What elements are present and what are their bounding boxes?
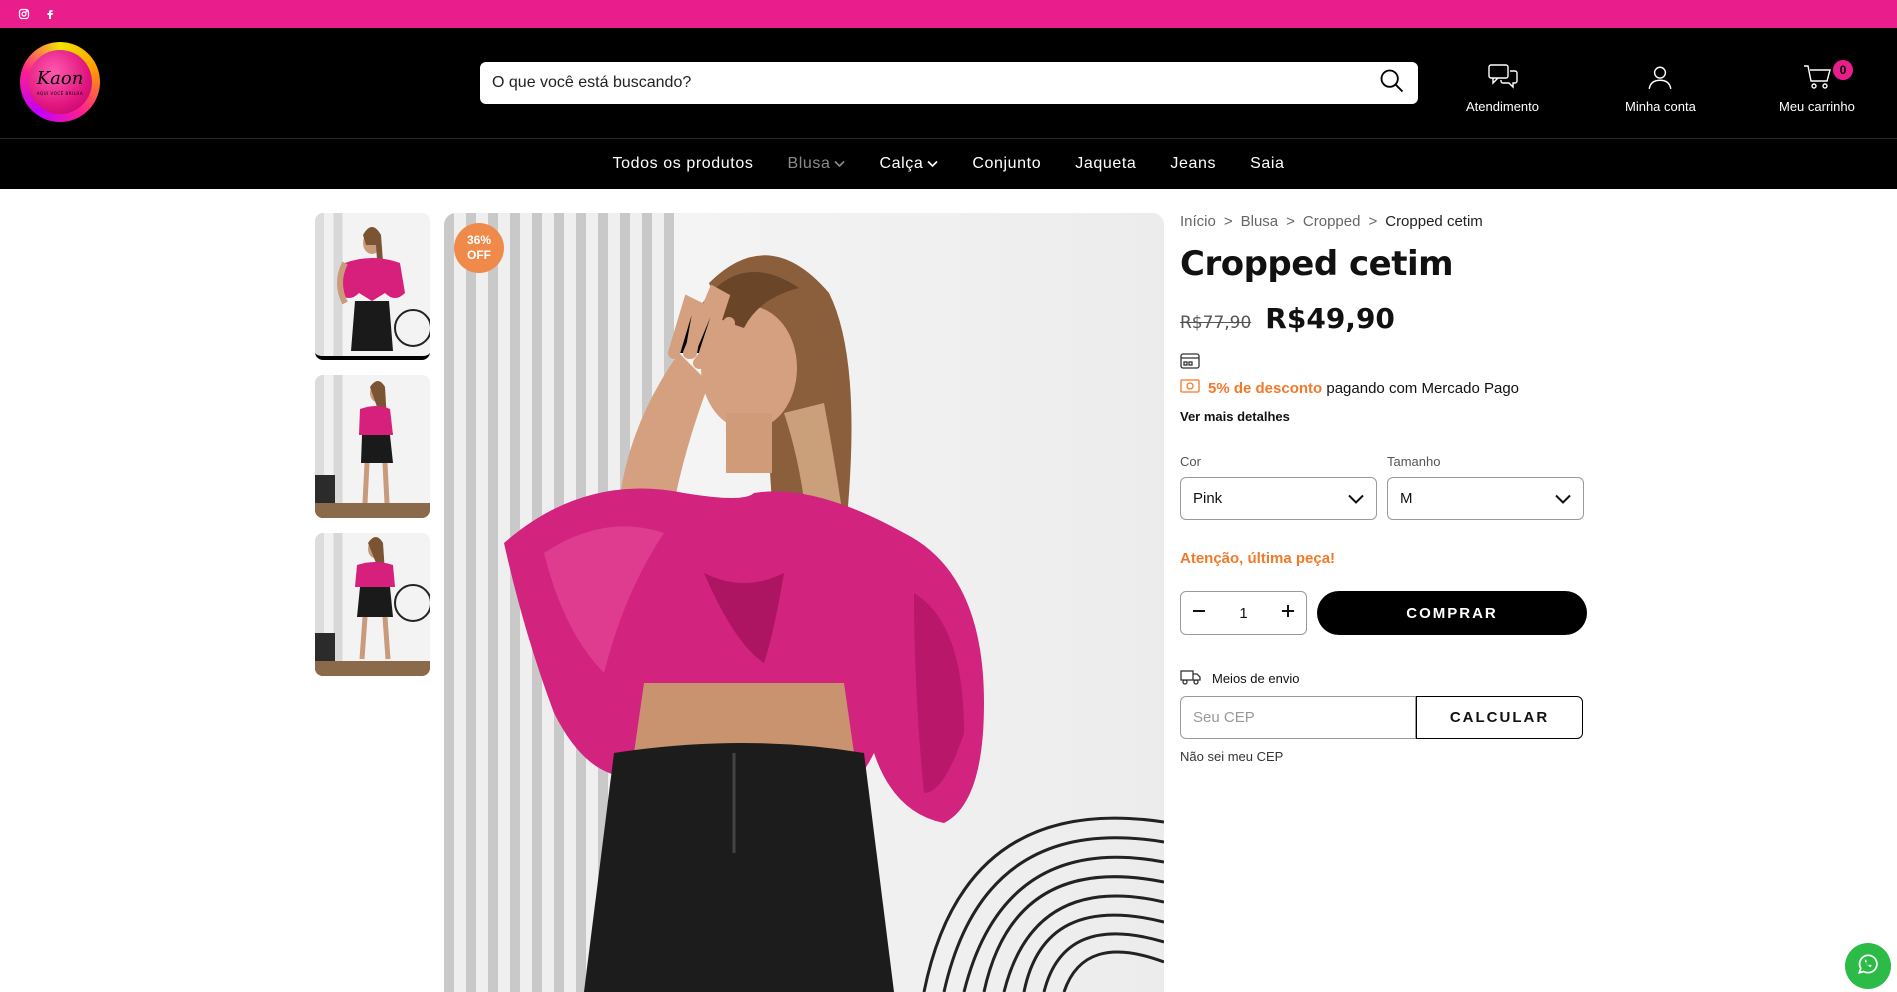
discount-badge-off: OFF [467, 248, 491, 262]
nav-label: Saia [1250, 155, 1285, 172]
instagram-icon[interactable] [18, 8, 30, 20]
discount-badge: 36% OFF [454, 223, 504, 273]
price-row: R$77,90 R$49,90 [1180, 302, 1600, 335]
thumbnail-list [315, 213, 430, 691]
buy-button[interactable]: COMPRAR [1317, 591, 1587, 635]
color-label: Cor [1180, 454, 1201, 469]
nav-label: Blusa [787, 155, 831, 172]
nav-label: Calça [879, 155, 924, 172]
minus-icon[interactable] [1191, 603, 1207, 623]
breadcrumb-current: Cropped cetim [1385, 213, 1483, 230]
nav-item-calca[interactable]: Calça [862, 155, 955, 173]
search-input[interactable] [492, 74, 1378, 92]
buy-row: 1 COMPRAR [1180, 591, 1600, 635]
breadcrumb-home[interactable]: Início [1180, 213, 1216, 230]
product-area: 36% OFF Início > Blusa > Cropped > Cropp… [0, 213, 1897, 992]
nav-label: Todos os produtos [612, 155, 754, 172]
breadcrumb-separator: > [1223, 213, 1233, 230]
product-main-image[interactable]: 36% OFF [444, 213, 1164, 992]
chevron-down-icon [1348, 494, 1364, 504]
more-details-link[interactable]: Ver mais detalhes [1180, 409, 1600, 424]
size-value: M [1400, 490, 1413, 507]
discount-text: pagando com Mercado Pago [1326, 379, 1520, 397]
chevron-down-icon [1555, 494, 1571, 504]
user-icon [1647, 64, 1673, 93]
payment-row [1180, 353, 1600, 371]
cart-icon: 0 [1803, 60, 1853, 93]
old-price: R$77,90 [1180, 313, 1252, 333]
chat-icon [1487, 64, 1518, 93]
search-bar [480, 62, 1418, 104]
cart-count-badge: 0 [1832, 60, 1853, 80]
size-select[interactable]: M [1387, 477, 1584, 520]
nav-label: Jeans [1170, 155, 1217, 172]
logo-script: Kaon [36, 68, 84, 89]
quantity-value[interactable]: 1 [1239, 605, 1247, 622]
quantity-stepper: 1 [1180, 591, 1307, 635]
product-thumbnail[interactable] [315, 375, 430, 518]
color-value: Pink [1193, 490, 1223, 507]
nav-item-saia[interactable]: Saia [1233, 155, 1301, 173]
current-price: R$49,90 [1265, 302, 1395, 335]
account-label: Minha conta [1625, 99, 1696, 114]
support-label: Atendimento [1466, 99, 1539, 114]
nav-item-conjunto[interactable]: Conjunto [955, 155, 1058, 173]
nav-label: Conjunto [972, 155, 1042, 172]
breadcrumb-blusa[interactable]: Blusa [1241, 213, 1279, 230]
product-thumbnail[interactable] [315, 213, 430, 360]
size-label: Tamanho [1387, 454, 1441, 469]
logo-tagline: AQUI VOCÊ BRILHA [36, 91, 84, 96]
header: Kaon AQUI VOCÊ BRILHA Atendimento Minha … [0, 28, 1897, 138]
nav-label: Jaqueta [1075, 155, 1137, 172]
cep-row: Seu CEP CALCULAR [1180, 696, 1600, 739]
whatsapp-button[interactable] [1845, 943, 1891, 989]
last-item-warning: Atenção, última peça! [1180, 550, 1336, 567]
chevron-down-icon [834, 160, 846, 168]
breadcrumb-separator: > [1368, 213, 1378, 230]
mercado-pago-discount: 5% de desconto pagando com Mercado Pago [1180, 379, 1600, 397]
plus-icon[interactable] [1280, 603, 1296, 623]
facebook-icon[interactable] [44, 8, 56, 20]
discount-percent: 5% de desconto [1208, 379, 1323, 397]
nav-item-jeans[interactable]: Jeans [1153, 155, 1233, 173]
store-logo[interactable]: Kaon AQUI VOCÊ BRILHA [20, 42, 100, 122]
nav-item-all-products[interactable]: Todos os produtos [595, 155, 770, 173]
chevron-down-icon [927, 160, 938, 168]
product-thumbnail[interactable] [315, 533, 430, 676]
breadcrumb-separator: > [1286, 213, 1295, 230]
variant-selects: Cor Pink Tamanho M [1180, 454, 1600, 520]
truck-icon [1180, 669, 1202, 688]
credit-card-icon [1180, 353, 1200, 373]
product-info: Início > Blusa > Cropped > Cropped cetim… [1180, 213, 1600, 764]
support-button[interactable]: Atendimento [1466, 64, 1539, 114]
discount-badge-pct: 36% [466, 233, 492, 247]
cart-button[interactable]: 0 Meu carrinho [1779, 60, 1855, 114]
shipping-label-text: Meios de envio [1212, 671, 1300, 686]
whatsapp-icon [1855, 951, 1881, 981]
color-select[interactable]: Pink [1180, 477, 1377, 520]
breadcrumb-cropped[interactable]: Cropped [1303, 213, 1361, 230]
nav-item-blusa[interactable]: Blusa [770, 155, 862, 173]
calculate-button[interactable]: CALCULAR [1416, 696, 1583, 739]
product-title: Cropped cetim [1180, 244, 1454, 284]
cart-label: Meu carrinho [1779, 99, 1855, 114]
shipping-label: Meios de envio [1180, 669, 1600, 688]
account-button[interactable]: Minha conta [1625, 64, 1696, 114]
no-cep-link[interactable]: Não sei meu CEP [1180, 749, 1600, 764]
main-nav: Todos os produtos Blusa Calça Conjunto J… [0, 138, 1897, 189]
top-bar [0, 0, 1897, 28]
breadcrumb: Início > Blusa > Cropped > Cropped cetim [1180, 213, 1600, 230]
cep-input[interactable]: Seu CEP [1180, 696, 1416, 739]
product-photo [504, 255, 1164, 992]
cash-icon [1180, 379, 1200, 397]
search-icon[interactable] [1378, 67, 1406, 99]
nav-item-jaqueta[interactable]: Jaqueta [1058, 155, 1153, 173]
